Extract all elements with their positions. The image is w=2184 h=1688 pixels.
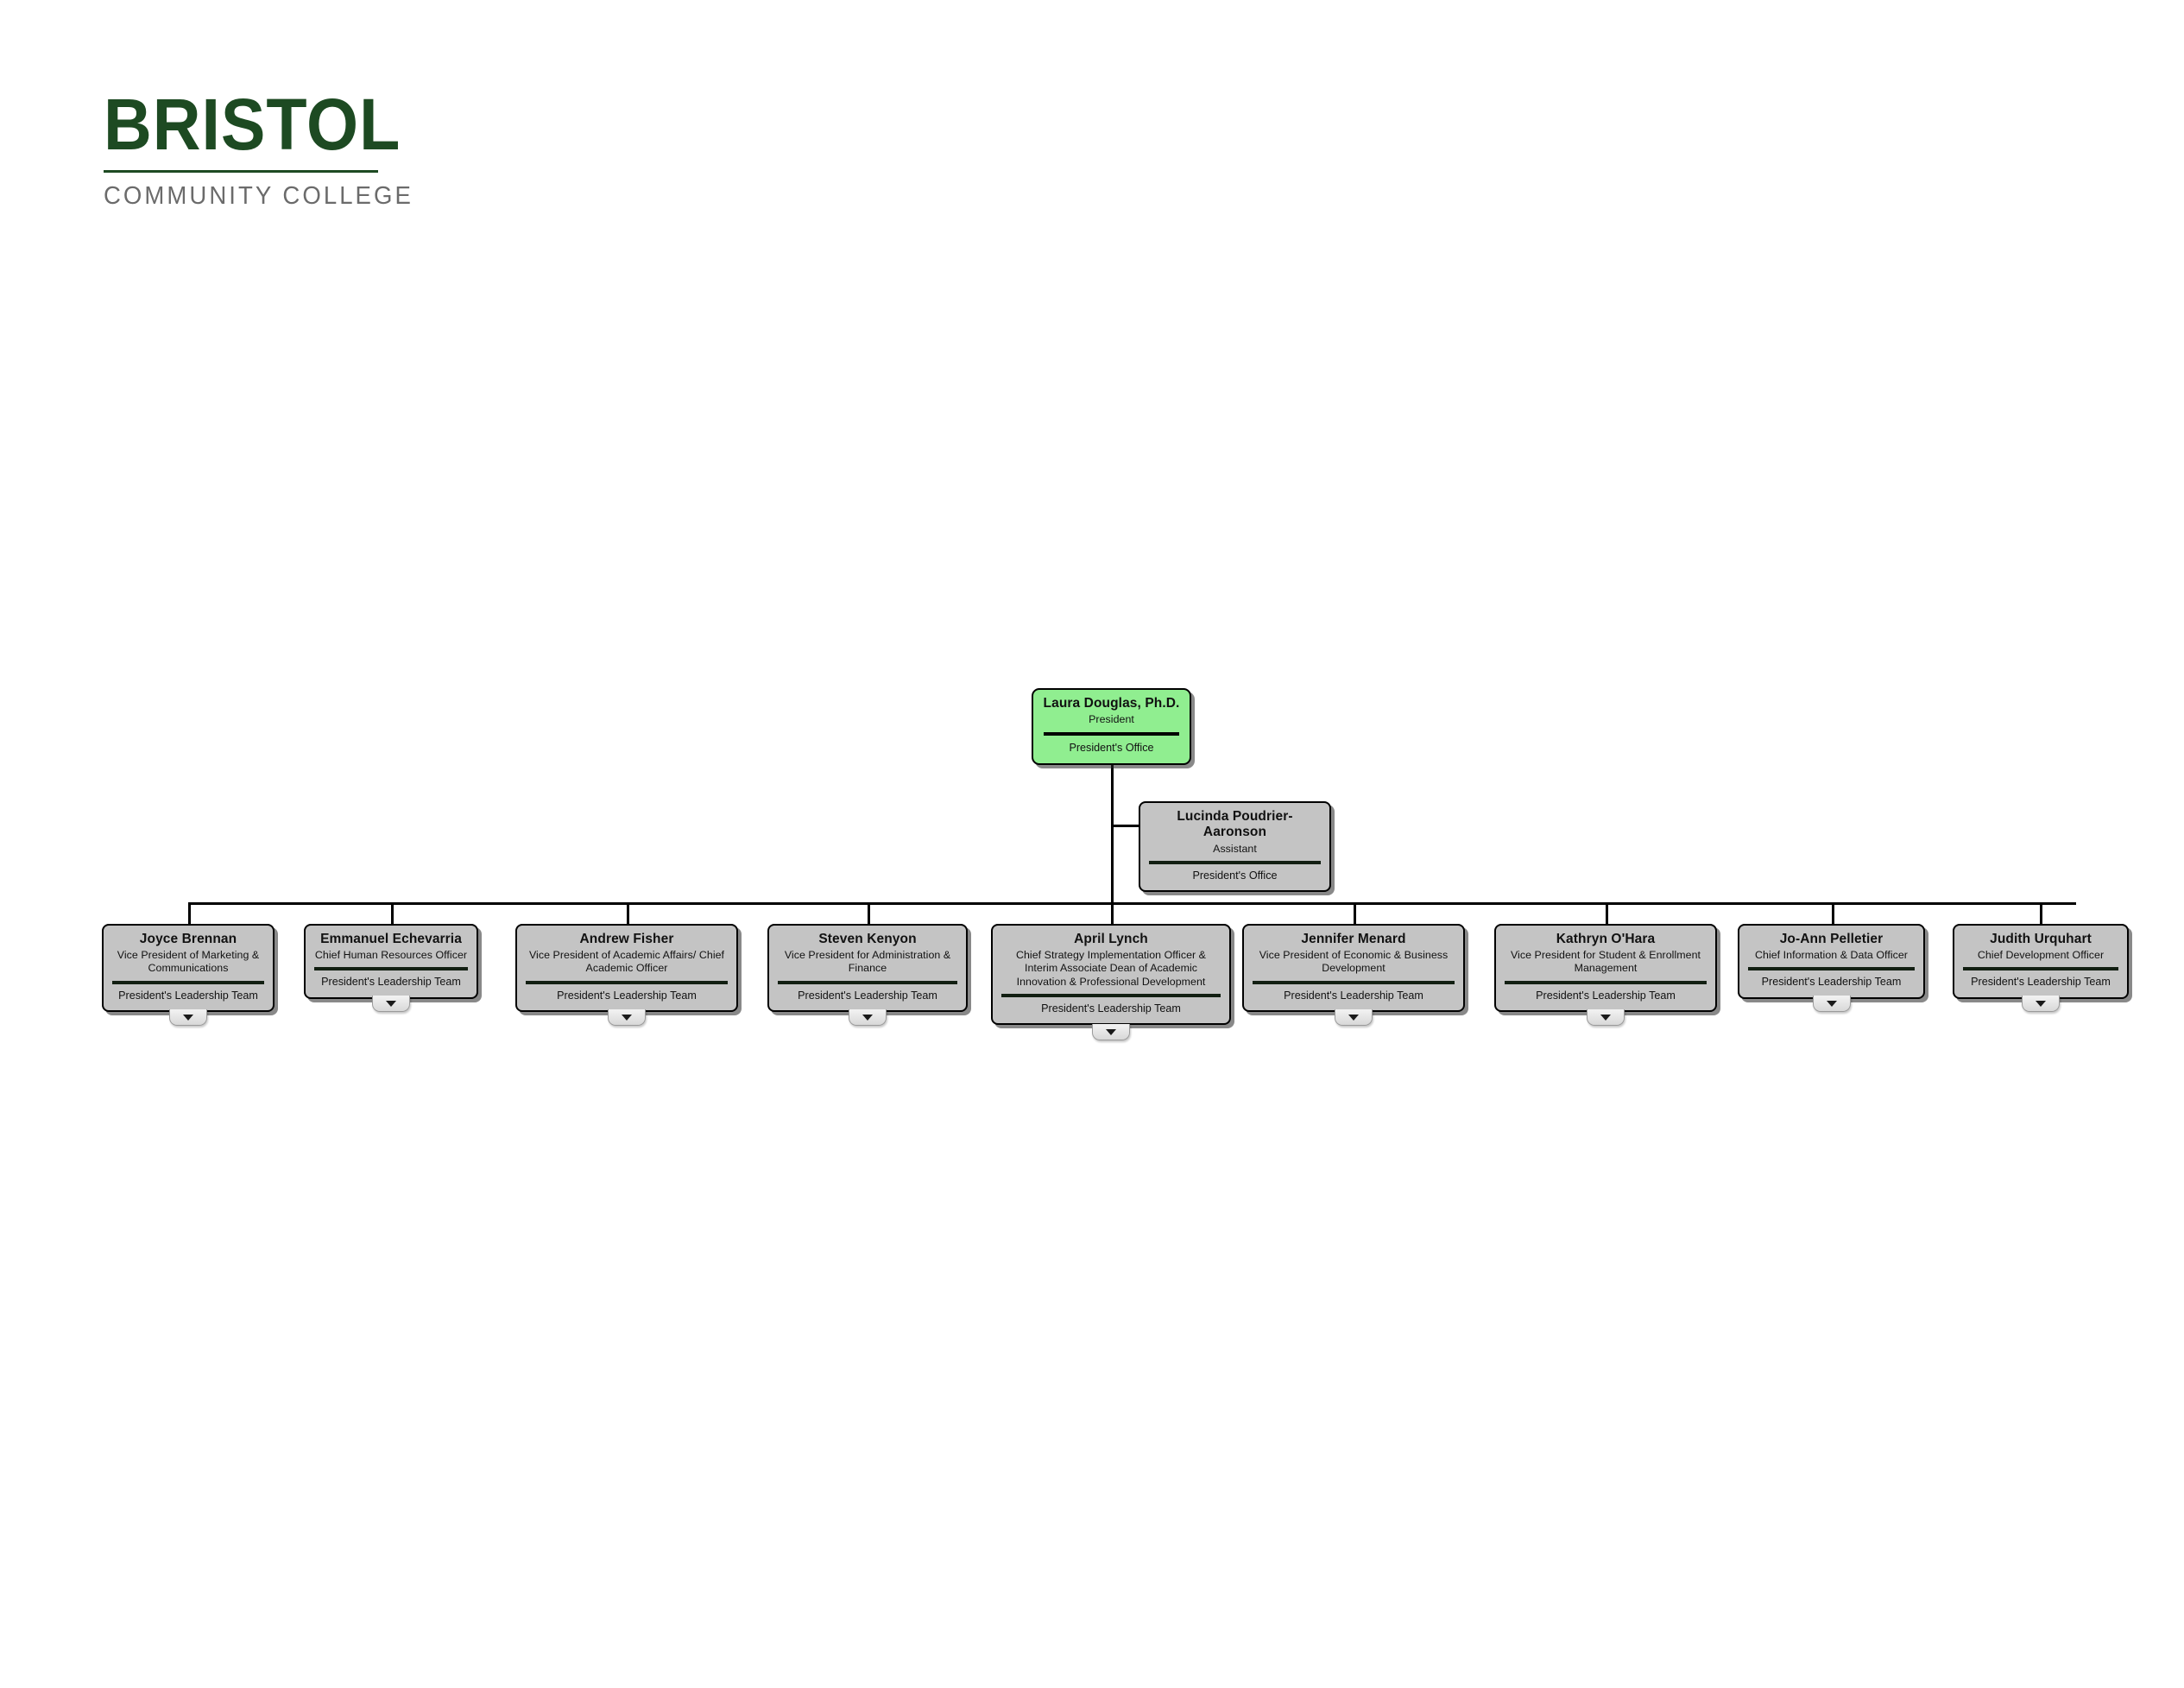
node-divider xyxy=(1748,967,1915,971)
connector-drop-kathryn-ohara xyxy=(1606,902,1608,924)
org-node-jennifer-menard[interactable]: Jennifer Menard Vice President of Econom… xyxy=(1242,924,1465,1012)
chevron-down-icon xyxy=(1827,1000,1837,1007)
connector-assistant-stub xyxy=(1111,825,1139,827)
node-name: Lucinda Poudrier-Aaronson xyxy=(1177,809,1293,840)
chevron-down-icon xyxy=(622,1014,632,1021)
node-divider xyxy=(314,967,468,971)
node-title: Vice President of Academic Affairs/ Chie… xyxy=(528,949,725,975)
org-node-judith-urquhart[interactable]: Judith Urquhart Chief Development Office… xyxy=(1953,924,2129,999)
node-department: President's Leadership Team xyxy=(798,989,937,1002)
org-node-president[interactable]: Laura Douglas, Ph.D. President President… xyxy=(1032,688,1191,765)
expand-button-judith-urquhart[interactable] xyxy=(2022,996,2060,1012)
chevron-down-icon xyxy=(1600,1014,1611,1021)
connector-drop-april-lynch xyxy=(1111,902,1114,924)
node-title: Vice President for Student & Enrollment … xyxy=(1510,949,1701,975)
chevron-down-icon xyxy=(1106,1028,1116,1035)
node-department: President's Leadership Team xyxy=(1041,1002,1181,1015)
node-department: President's Leadership Team xyxy=(321,976,461,989)
node-name: Laura Douglas, Ph.D. xyxy=(1043,696,1180,711)
expand-button-kathryn-ohara[interactable] xyxy=(1587,1009,1625,1026)
node-title: Chief Development Officer xyxy=(1977,949,2105,962)
node-department: President's Leadership Team xyxy=(1536,989,1676,1002)
node-divider xyxy=(526,980,728,984)
node-department: President's Office xyxy=(1069,742,1154,755)
expand-button-emmanuel-echevarria[interactable] xyxy=(372,996,410,1012)
org-node-emmanuel-echevarria[interactable]: Emmanuel Echevarria Chief Human Resource… xyxy=(304,924,478,999)
node-divider xyxy=(1963,967,2118,971)
node-title: President xyxy=(1089,713,1134,726)
node-divider xyxy=(1149,860,1321,864)
connector-drop-joyce-brennan xyxy=(188,902,191,924)
chevron-down-icon xyxy=(386,1000,396,1007)
chevron-down-icon xyxy=(183,1014,193,1021)
node-name: Jo-Ann Pelletier xyxy=(1779,932,1884,946)
chevron-down-icon xyxy=(1348,1014,1359,1021)
node-name: Kathryn O'Hara xyxy=(1556,932,1656,946)
node-title: Chief Information & Data Officer xyxy=(1755,949,1908,962)
expand-button-steven-kenyon[interactable] xyxy=(849,1009,887,1026)
node-title: Vice President for Administration & Fina… xyxy=(784,949,951,975)
connector-drop-judith-urquhart xyxy=(2040,902,2042,924)
connector-drop-jo-ann-pelletier xyxy=(1832,902,1834,924)
expand-button-jo-ann-pelletier[interactable] xyxy=(1813,996,1851,1012)
expand-button-april-lynch[interactable] xyxy=(1092,1024,1130,1040)
connector-drop-andrew-fisher xyxy=(627,902,629,924)
node-name: Jennifer Menard xyxy=(1301,932,1406,946)
org-node-assistant[interactable]: Lucinda Poudrier-Aaronson Assistant Pres… xyxy=(1139,801,1331,892)
node-name: Andrew Fisher xyxy=(579,932,674,946)
chevron-down-icon xyxy=(2036,1000,2046,1007)
connector-drop-steven-kenyon xyxy=(868,902,870,924)
org-node-kathryn-ohara[interactable]: Kathryn O'Hara Vice President for Studen… xyxy=(1494,924,1717,1012)
node-divider xyxy=(1253,980,1455,984)
connector-horizontal-bus xyxy=(188,902,2076,905)
chevron-down-icon xyxy=(862,1014,873,1021)
org-node-jo-ann-pelletier[interactable]: Jo-Ann Pelletier Chief Information & Dat… xyxy=(1738,924,1925,999)
node-divider xyxy=(1505,980,1707,984)
node-divider xyxy=(778,980,957,984)
node-title: Chief Strategy Implementation Officer & … xyxy=(1015,949,1207,988)
node-divider xyxy=(1044,732,1179,737)
node-name: Judith Urquhart xyxy=(1990,932,2092,946)
node-title: Chief Human Resources Officer xyxy=(314,949,468,962)
node-divider xyxy=(1001,993,1221,997)
org-node-april-lynch[interactable]: April Lynch Chief Strategy Implementatio… xyxy=(991,924,1231,1025)
node-department: President's Leadership Team xyxy=(1284,989,1423,1002)
node-department: President's Office xyxy=(1192,869,1278,882)
node-name: Steven Kenyon xyxy=(818,932,917,946)
node-name: Emmanuel Echevarria xyxy=(320,932,462,946)
connector-president-trunk xyxy=(1111,752,1114,904)
node-title: Vice President of Marketing & Communicat… xyxy=(117,949,260,975)
expand-button-andrew-fisher[interactable] xyxy=(608,1009,646,1026)
node-department: President's Leadership Team xyxy=(1971,976,2111,989)
connector-drop-jennifer-menard xyxy=(1354,902,1356,924)
org-chart: Laura Douglas, Ph.D. President President… xyxy=(0,0,2184,1688)
node-divider xyxy=(112,980,264,984)
expand-button-jennifer-menard[interactable] xyxy=(1335,1009,1373,1026)
node-name: Joyce Brennan xyxy=(139,932,237,946)
node-department: President's Leadership Team xyxy=(1761,976,1902,989)
node-name: April Lynch xyxy=(1074,932,1148,946)
connector-drop-emmanuel-echevarria xyxy=(391,902,394,924)
org-node-andrew-fisher[interactable]: Andrew Fisher Vice President of Academic… xyxy=(515,924,738,1012)
org-node-steven-kenyon[interactable]: Steven Kenyon Vice President for Adminis… xyxy=(767,924,968,1012)
node-title: Assistant xyxy=(1213,842,1257,855)
node-department: President's Leadership Team xyxy=(118,989,258,1002)
node-title: Vice President of Economic & Business De… xyxy=(1259,949,1449,975)
expand-button-joyce-brennan[interactable] xyxy=(169,1009,207,1026)
node-department: President's Leadership Team xyxy=(557,989,697,1002)
org-node-joyce-brennan[interactable]: Joyce Brennan Vice President of Marketin… xyxy=(102,924,275,1012)
